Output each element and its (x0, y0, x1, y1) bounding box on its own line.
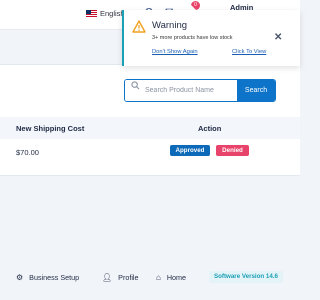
shipping-requests-card: Search New Shipping Cost Action (0, 64, 300, 176)
home-label: Home (166, 273, 187, 282)
dont-show-again-link[interactable]: Don't Show Again (152, 49, 198, 55)
search-button[interactable]: Search (237, 80, 275, 101)
denied-button[interactable]: Denied (216, 145, 249, 156)
footer-business-setup[interactable]: ⚙ Business Setup (16, 273, 79, 282)
language-label: English (100, 8, 125, 18)
search-icon (131, 81, 140, 90)
footer-profile[interactable]: 👤︎ Profile (102, 273, 139, 282)
shipping-cost-value: $70.00 (16, 148, 39, 157)
search-bar: Search (124, 79, 276, 102)
notification-message: 3+ more products have low stock (152, 35, 233, 41)
warning-icon (132, 20, 146, 33)
business-setup-label: Business Setup (29, 273, 80, 282)
click-to-view-link[interactable]: Click To View (232, 49, 266, 55)
profile-label: Profile (118, 273, 139, 282)
gear-icon: ⚙ (16, 273, 24, 282)
column-header-action: Action (198, 124, 222, 133)
home-icon: ⌂ (156, 273, 161, 282)
close-icon[interactable]: ✕ (274, 32, 282, 43)
table-header: New Shipping Cost Action (0, 117, 300, 139)
user-icon: 👤︎ (102, 273, 113, 282)
column-header-shipping-cost: New Shipping Cost (16, 124, 85, 133)
software-version-badge: Software Version 14.6 (209, 271, 283, 283)
us-flag-icon (86, 9, 97, 17)
footer-home[interactable]: ⌂ Home (156, 273, 186, 282)
notification-title: Warning (152, 20, 188, 31)
search-input[interactable] (125, 80, 237, 101)
approved-button[interactable]: Approved (170, 145, 210, 156)
